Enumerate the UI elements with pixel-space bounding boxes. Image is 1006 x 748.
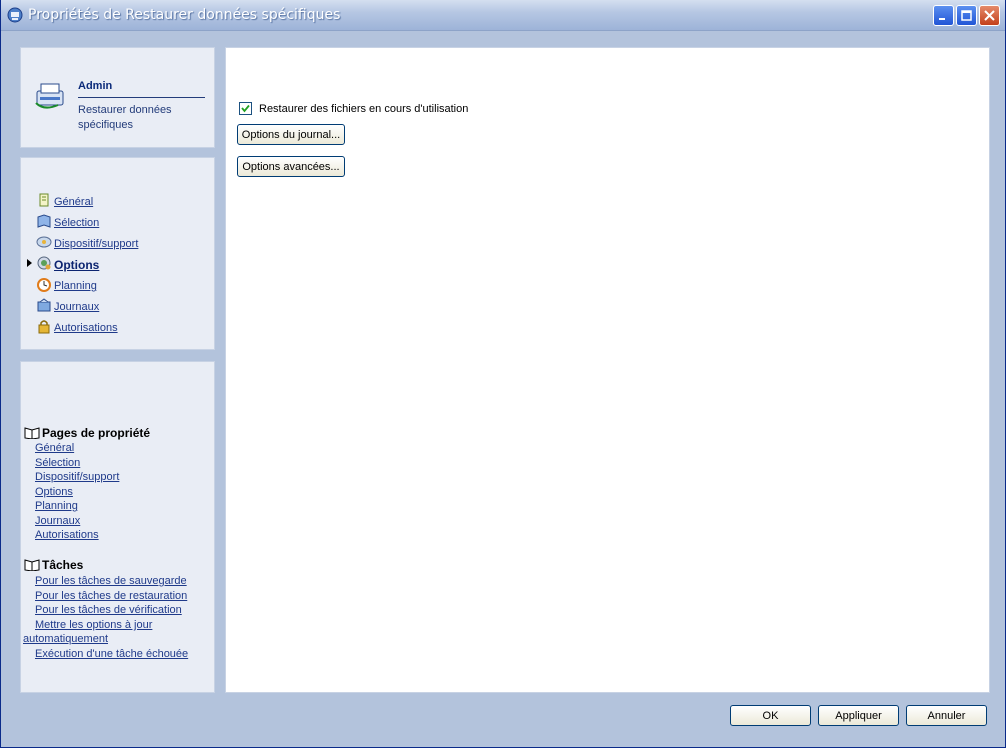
job-header-panel: Admin Restaurer données spécifiques	[20, 47, 215, 148]
header-divider	[78, 97, 205, 98]
minimize-button[interactable]	[933, 5, 954, 26]
permissions-lock-icon	[36, 319, 52, 334]
help-link-selection[interactable]: Sélection	[35, 457, 80, 469]
options-gear-icon	[36, 256, 52, 271]
apply-button[interactable]: Appliquer	[818, 705, 899, 726]
restore-job-icon	[34, 81, 68, 111]
options-content-panel: Restaurer des fichiers en cours d'utilis…	[225, 47, 990, 693]
selection-book-icon	[36, 214, 52, 229]
window-title: Propriétés de Restaurer données spécifiq…	[28, 7, 341, 23]
help-link-update-options-cont[interactable]: automatiquement	[23, 633, 108, 645]
nav-link-planning[interactable]: Planning	[54, 280, 97, 292]
help-link-restore-tasks[interactable]: Pour les tâches de restauration	[35, 590, 187, 602]
help-link-general[interactable]: Général	[35, 442, 74, 454]
journal-options-button[interactable]: Options du journal...	[237, 124, 345, 145]
help-link-permissions[interactable]: Autorisations	[35, 529, 99, 541]
job-name-label: Restaurer données spécifiques	[78, 104, 172, 131]
journals-book-icon	[36, 298, 52, 313]
app-icon	[7, 7, 23, 23]
ok-button[interactable]: OK	[730, 705, 811, 726]
current-page-arrow-icon	[27, 258, 33, 267]
help-link-backup-tasks[interactable]: Pour les tâches de sauvegarde	[35, 575, 187, 587]
help-link-verify-tasks[interactable]: Pour les tâches de vérification	[35, 604, 182, 616]
help-link-options[interactable]: Options	[35, 486, 73, 498]
property-nav-panel: Général Sélection Dispositif/support Opt…	[20, 157, 215, 350]
property-pages-heading: Pages de propriété	[24, 426, 150, 440]
checkmark-icon	[241, 104, 250, 113]
properties-window: Propriétés de Restaurer données spécifiq…	[0, 0, 1006, 748]
help-link-planning[interactable]: Planning	[35, 500, 78, 512]
tasks-heading-text: Tâches	[42, 558, 84, 572]
nav-link-journals[interactable]: Journaux	[54, 301, 99, 313]
nav-link-selection[interactable]: Sélection	[54, 217, 99, 229]
maximize-icon	[961, 10, 972, 21]
nav-link-general[interactable]: Général	[54, 196, 93, 208]
restore-in-use-label[interactable]: Restaurer des fichiers en cours d'utilis…	[259, 103, 468, 115]
nav-link-options[interactable]: Options	[54, 258, 99, 272]
cancel-button[interactable]: Annuler	[906, 705, 987, 726]
nav-link-device[interactable]: Dispositif/support	[54, 238, 138, 250]
nav-link-permissions[interactable]: Autorisations	[54, 322, 118, 334]
minimize-icon	[939, 18, 945, 20]
general-page-icon	[36, 193, 52, 208]
help-link-update-options[interactable]: Mettre les options à jour	[35, 619, 152, 631]
job-owner-label: Admin	[78, 80, 113, 92]
maximize-button[interactable]	[956, 5, 977, 26]
title-bar[interactable]: Propriétés de Restaurer données spécifiq…	[1, 0, 1005, 31]
planning-clock-icon	[36, 277, 52, 292]
restore-in-use-checkbox[interactable]	[239, 102, 252, 115]
property-pages-heading-text: Pages de propriété	[42, 426, 151, 440]
tasks-heading: Tâches	[24, 558, 83, 572]
close-button[interactable]	[979, 5, 1000, 26]
help-panel: Pages de propriété Général Sélection Dis…	[20, 361, 215, 693]
window-controls	[931, 5, 1000, 26]
help-link-failed-task[interactable]: Exécution d'une tâche échouée	[35, 648, 188, 660]
open-book-icon	[24, 558, 40, 572]
advanced-options-button[interactable]: Options avancées...	[237, 156, 345, 177]
device-drive-icon	[36, 235, 52, 250]
help-link-device[interactable]: Dispositif/support	[35, 471, 119, 483]
open-book-icon	[24, 426, 40, 440]
close-icon	[984, 10, 995, 21]
help-link-journals[interactable]: Journaux	[35, 515, 80, 527]
